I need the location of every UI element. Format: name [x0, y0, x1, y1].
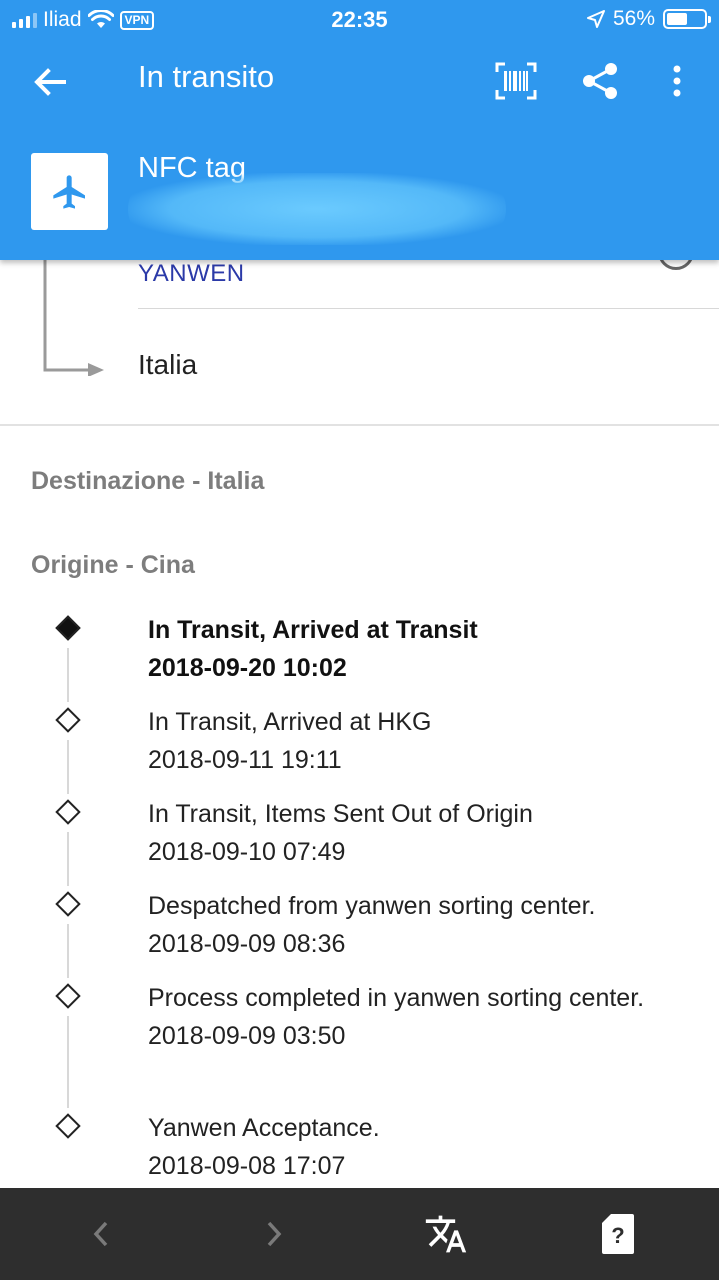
translate-button[interactable] [418, 1206, 474, 1262]
help-card-icon: ? [602, 1214, 634, 1254]
battery-icon [663, 9, 711, 29]
app-header: Iliad VPN 22:35 56% In transito NFC tag [0, 0, 719, 260]
event-date: 2018-09-11 19:11 [148, 746, 342, 774]
timeline-connector [67, 832, 69, 886]
next-button[interactable] [246, 1206, 302, 1262]
redacted-tracking-number [128, 173, 506, 245]
event-date: 2018-09-20 10:02 [148, 654, 347, 682]
event-status: In Transit, Arrived at Transit [148, 616, 478, 644]
bottom-toolbar: ? [0, 1188, 719, 1280]
more-vert-icon [673, 65, 681, 97]
divider [138, 308, 719, 309]
page-title: In transito [138, 59, 275, 94]
event-date: 2018-09-10 07:49 [148, 838, 346, 866]
destination-country: Italia [138, 349, 198, 380]
event-status: Process completed in yanwen sorting cent… [148, 984, 645, 1012]
timeline-node-icon [55, 615, 81, 641]
destination-heading: Destinazione - Italia [31, 467, 265, 495]
status-bar: Iliad VPN 22:35 56% [0, 0, 719, 40]
carrier-status-icon [656, 260, 696, 270]
timeline-node-icon [55, 983, 81, 1009]
back-button[interactable] [28, 60, 72, 104]
chevron-left-icon [93, 1221, 108, 1247]
carrier-name-label[interactable]: YANWEN [138, 260, 245, 288]
route-connector [43, 260, 104, 376]
toolbar: In transito [0, 40, 719, 120]
timeline-node-icon [55, 891, 81, 917]
location-arrow-icon [586, 10, 605, 28]
timeline-connector [67, 1016, 69, 1108]
route-section: YANWEN Italia [0, 260, 719, 426]
barcode-button[interactable] [493, 58, 539, 104]
chevron-right-icon [267, 1221, 282, 1247]
share-icon [583, 63, 617, 99]
help-button[interactable]: ? [590, 1206, 646, 1262]
timeline-connector [67, 924, 69, 978]
timeline-node-icon [55, 799, 81, 825]
previous-button[interactable] [73, 1206, 129, 1262]
event-status: In Transit, Items Sent Out of Origin [148, 800, 533, 828]
airplane-icon [52, 174, 85, 209]
package-type-badge [31, 153, 108, 230]
timeline-connector [67, 740, 69, 794]
event-date: 2018-09-09 03:50 [148, 1022, 346, 1050]
event-status: Despatched from yanwen sorting center. [148, 892, 596, 920]
timeline-connector [67, 648, 69, 702]
more-options-button[interactable] [654, 58, 700, 104]
origin-heading: Origine - Cina [31, 551, 195, 579]
timeline-node-icon [55, 707, 81, 733]
event-date: 2018-09-08 17:07 [148, 1152, 346, 1180]
svg-text:?: ? [611, 1223, 624, 1248]
event-date: 2018-09-09 08:36 [148, 930, 346, 958]
battery-percent: 56% [612, 7, 655, 30]
barcode-scan-icon [495, 62, 537, 100]
share-button[interactable] [577, 58, 623, 104]
timeline-node-icon [55, 1113, 81, 1139]
translate-icon [425, 1215, 467, 1253]
arrow-back-icon [34, 68, 66, 96]
event-status: In Transit, Arrived at HKG [148, 708, 432, 736]
event-status: Yanwen Acceptance. [148, 1114, 380, 1142]
